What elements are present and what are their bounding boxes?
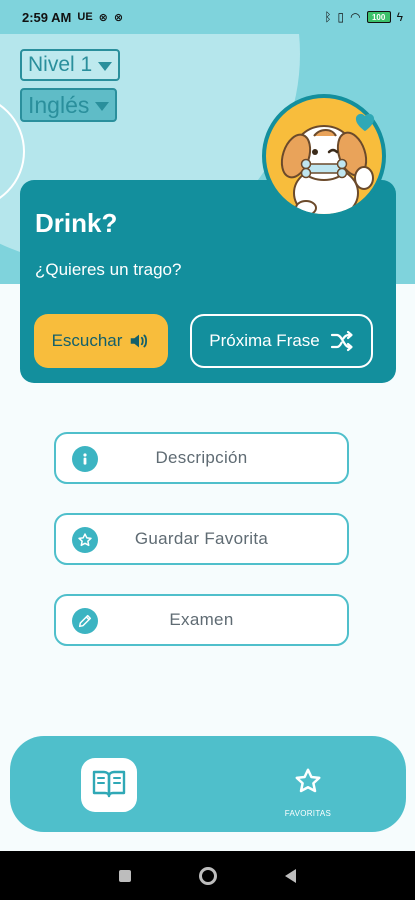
description-button[interactable]: Descripción <box>54 432 349 484</box>
chevron-down-icon <box>95 101 110 111</box>
status-left: 2:59 AM UE ⊗ ⊗ <box>22 10 123 25</box>
speaker-icon <box>128 330 150 352</box>
exam-button[interactable]: Examen <box>54 594 349 646</box>
save-favorite-label: Guardar Favorita <box>134 529 269 548</box>
heart-icon[interactable] <box>354 112 376 137</box>
settings-alt-icon: ⊗ <box>98 11 108 24</box>
next-phrase-label: Próxima Frase <box>209 331 320 350</box>
status-bar: 2:59 AM UE ⊗ ⊗ ᛒ ▯ ◠ 100 ϟ <box>0 0 415 34</box>
description-label: Descripción <box>155 448 248 467</box>
listen-label: Escuchar <box>51 331 123 350</box>
phrase-text: Drink? <box>35 208 118 238</box>
system-navigation-bar <box>0 851 415 900</box>
language-dropdown[interactable]: Inglés <box>20 88 118 122</box>
phrase-translation: ¿Quieres un trago? <box>35 260 182 279</box>
book-icon <box>91 767 127 804</box>
save-favorite-button[interactable]: Guardar Favorita <box>54 513 349 565</box>
recents-icon[interactable] <box>119 869 131 882</box>
star-icon <box>72 527 98 553</box>
info-icon <box>72 446 98 472</box>
charging-icon: ϟ <box>396 10 403 24</box>
exam-label: Examen <box>169 610 234 629</box>
bottom-navigation: FAVORITAS <box>10 736 406 832</box>
home-icon[interactable] <box>199 866 217 885</box>
shuffle-icon <box>330 330 354 352</box>
nav-phrases-button[interactable] <box>81 758 137 812</box>
back-icon[interactable] <box>285 868 296 883</box>
status-time: 2:59 AM <box>22 9 72 25</box>
favorites-label: FAVORITAS <box>284 809 332 818</box>
signal-alt-icon: ⊗ <box>113 11 124 24</box>
level-value: Nivel 1 <box>28 53 93 76</box>
status-right: ᛒ ▯ ◠ 100 ϟ <box>324 10 403 24</box>
star-outline-icon <box>292 766 324 801</box>
wifi-icon: ◠ <box>350 10 361 24</box>
ue-icon: UE <box>77 11 93 23</box>
next-phrase-button[interactable]: Próxima Frase <box>190 314 373 368</box>
nav-favorites-button[interactable]: FAVORITAS <box>276 766 340 818</box>
level-dropdown[interactable]: Nivel 1 <box>20 49 121 81</box>
bluetooth-icon: ᛒ <box>324 10 332 24</box>
pencil-icon <box>72 608 98 634</box>
listen-button[interactable]: Escuchar <box>34 314 168 368</box>
chevron-down-icon <box>98 61 113 71</box>
battery-icon: 100 <box>366 11 391 23</box>
vibrate-icon: ▯ <box>337 10 345 24</box>
language-value: Inglés <box>28 91 90 118</box>
